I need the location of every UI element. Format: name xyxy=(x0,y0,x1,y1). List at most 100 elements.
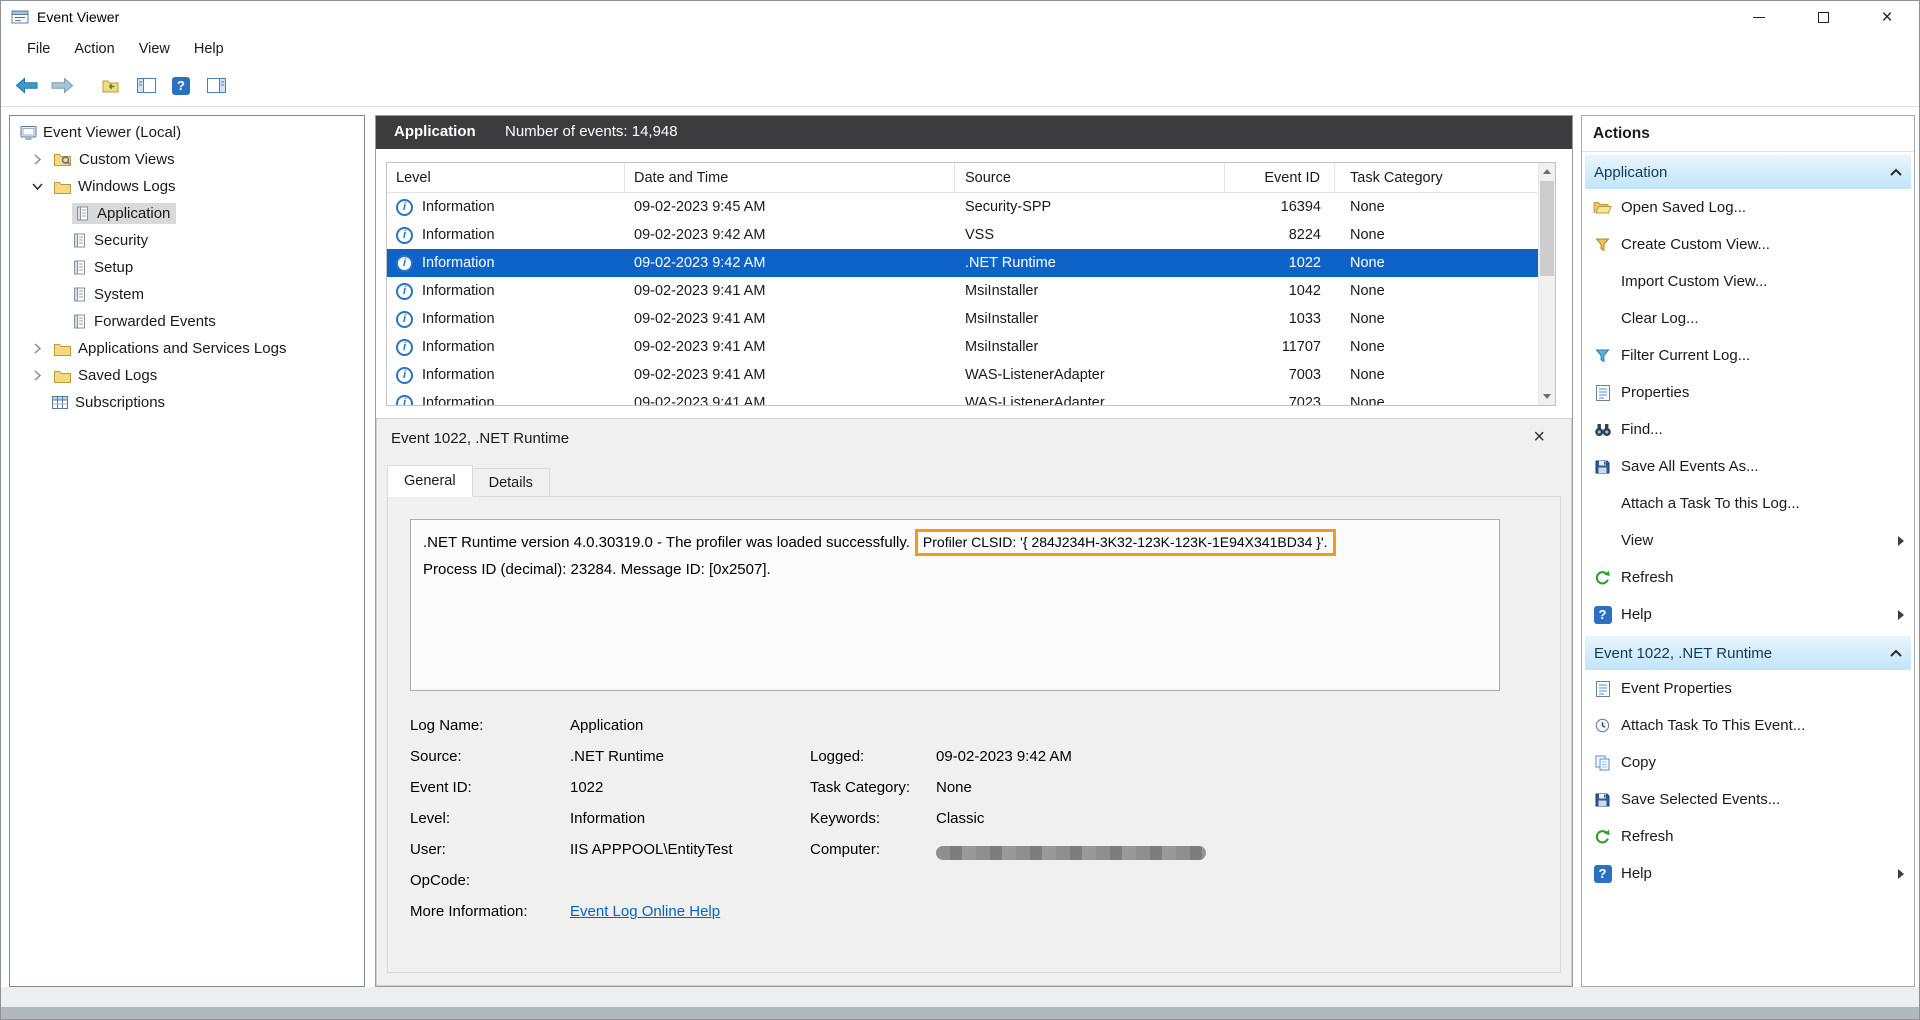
column-header-event-id[interactable]: Event ID xyxy=(1225,163,1335,193)
action-copy[interactable]: Copy xyxy=(1582,744,1914,781)
event-source-cell: MsiInstaller xyxy=(955,311,1225,327)
event-log-online-help-link[interactable]: Event Log Online Help xyxy=(570,903,720,920)
event-row-selected[interactable]: iInformation 09-02-2023 9:42 AM .NET Run… xyxy=(387,249,1540,277)
task-category-value: None xyxy=(936,773,1206,798)
vertical-scrollbar[interactable] xyxy=(1538,163,1555,405)
tree-item-system[interactable]: System xyxy=(10,281,364,308)
event-row[interactable]: iInformation 09-02-2023 9:41 AM MsiInsta… xyxy=(387,333,1540,361)
action-open-saved-log[interactable]: Open Saved Log... xyxy=(1582,189,1914,226)
column-header-task-category[interactable]: Task Category xyxy=(1335,163,1540,193)
menu-action[interactable]: Action xyxy=(62,37,126,61)
event-row[interactable]: iInformation 09-02-2023 9:41 AM MsiInsta… xyxy=(387,305,1540,333)
chevron-down-icon[interactable] xyxy=(30,179,46,194)
scroll-up-button[interactable] xyxy=(1539,163,1555,180)
action-refresh[interactable]: Refresh xyxy=(1582,559,1914,596)
column-header-source[interactable]: Source xyxy=(955,163,1225,193)
tree-item-label: Application xyxy=(97,205,170,222)
minimize-button[interactable] xyxy=(1727,1,1791,33)
action-import-custom-view[interactable]: Import Custom View... xyxy=(1582,263,1914,300)
user-value: IIS APPPOOL\EntityTest xyxy=(570,835,810,860)
tree-item-label: Subscriptions xyxy=(75,394,165,411)
actions-section-application[interactable]: Application xyxy=(1585,155,1911,189)
tab-details[interactable]: Details xyxy=(473,468,550,497)
menu-view[interactable]: View xyxy=(127,37,182,61)
back-button[interactable] xyxy=(11,70,43,102)
action-clear-log[interactable]: Clear Log... xyxy=(1582,300,1914,337)
tree-item-setup[interactable]: Setup xyxy=(10,254,364,281)
event-level-cell: iInformation xyxy=(387,283,625,300)
event-viewer-window: Event Viewer × File Action View Help ? xyxy=(0,0,1920,1020)
action-save-selected-events[interactable]: Save Selected Events... xyxy=(1582,781,1914,818)
action-refresh-event[interactable]: Refresh xyxy=(1582,818,1914,855)
actions-pane-title: Actions xyxy=(1582,116,1914,152)
action-create-custom-view[interactable]: Create Custom View... xyxy=(1582,226,1914,263)
action-label: Copy xyxy=(1621,754,1656,771)
collapse-section-icon[interactable] xyxy=(1889,167,1903,177)
tree-item-event-viewer-local[interactable]: Event Viewer (Local) xyxy=(10,119,364,146)
scroll-up-icon xyxy=(1543,169,1551,174)
action-event-properties[interactable]: Event Properties xyxy=(1582,670,1914,707)
action-properties[interactable]: Properties xyxy=(1582,374,1914,411)
action-attach-task-to-log[interactable]: Attach a Task To this Log... xyxy=(1582,485,1914,522)
tab-general[interactable]: General xyxy=(387,465,473,497)
action-help-submenu[interactable]: ? Help xyxy=(1582,596,1914,633)
export-log-icon xyxy=(102,78,120,93)
menu-file[interactable]: File xyxy=(15,37,62,61)
event-row-partial[interactable]: iInformation 09-02-2023 9:41 AM WAS-List… xyxy=(387,389,1540,405)
scrollbar-thumb[interactable] xyxy=(1540,181,1554,276)
column-header-date-time[interactable]: Date and Time xyxy=(625,163,955,193)
action-find[interactable]: Find... xyxy=(1582,411,1914,448)
close-button[interactable]: × xyxy=(1855,1,1919,33)
tree-item-saved-logs[interactable]: Saved Logs xyxy=(10,362,364,389)
forward-button[interactable] xyxy=(46,70,78,102)
chevron-right-icon[interactable] xyxy=(30,152,46,167)
chevron-right-icon[interactable] xyxy=(30,341,46,356)
tree-item-windows-logs[interactable]: Windows Logs xyxy=(10,173,364,200)
scroll-down-button[interactable] xyxy=(1539,388,1555,405)
event-row[interactable]: iInformation 09-02-2023 9:45 AM Security… xyxy=(387,193,1540,221)
action-save-all-events-as[interactable]: Save All Events As... xyxy=(1582,448,1914,485)
actions-section-event[interactable]: Event 1022, .NET Runtime xyxy=(1585,636,1911,670)
tree-item-subscriptions[interactable]: Subscriptions xyxy=(10,389,364,416)
help-toolbar-button[interactable]: ? xyxy=(165,70,197,102)
tree-item-label: Custom Views xyxy=(79,151,175,168)
event-list-header-row: Level Date and Time Source Event ID Task… xyxy=(387,163,1540,193)
help-icon: ? xyxy=(1593,864,1612,883)
show-action-pane-button[interactable] xyxy=(200,70,232,102)
tree-item-forwarded-events[interactable]: Forwarded Events xyxy=(10,308,364,335)
maximize-button[interactable] xyxy=(1791,1,1855,33)
tree-item-application[interactable]: Application xyxy=(10,200,364,227)
action-attach-task-to-event[interactable]: Attach Task To This Event... xyxy=(1582,707,1914,744)
menu-bar: File Action View Help xyxy=(1,33,1919,65)
event-task-cell: None xyxy=(1335,395,1540,405)
event-row[interactable]: iInformation 09-02-2023 9:41 AM MsiInsta… xyxy=(387,277,1540,305)
custom-views-folder-icon xyxy=(54,152,72,167)
menu-help[interactable]: Help xyxy=(182,37,236,61)
tree-item-security[interactable]: Security xyxy=(10,227,364,254)
tree-item-custom-views[interactable]: Custom Views xyxy=(10,146,364,173)
event-description[interactable]: .NET Runtime version 4.0.30319.0 - The p… xyxy=(410,519,1500,691)
computer-name-redacted xyxy=(936,846,1206,860)
action-view-submenu[interactable]: View xyxy=(1582,522,1914,559)
event-log-icon xyxy=(72,260,87,275)
event-level-cell: iInformation xyxy=(387,227,625,244)
column-header-level[interactable]: Level xyxy=(387,163,625,193)
action-filter-current-log[interactable]: Filter Current Log... xyxy=(1582,337,1914,374)
collapse-section-icon[interactable] xyxy=(1889,648,1903,658)
submenu-arrow-icon xyxy=(1898,536,1904,546)
chevron-right-icon[interactable] xyxy=(30,368,46,383)
event-row[interactable]: iInformation 09-02-2023 9:41 AM WAS-List… xyxy=(387,361,1540,389)
event-id-cell: 16394 xyxy=(1225,199,1335,215)
action-help-event-submenu[interactable]: ? Help xyxy=(1582,855,1914,892)
tree-item-applications-and-services-logs[interactable]: Applications and Services Logs xyxy=(10,335,364,362)
level-label: Level: xyxy=(410,804,570,829)
keywords-value: Classic xyxy=(936,804,1206,829)
export-log-button[interactable] xyxy=(95,70,127,102)
refresh-icon xyxy=(1593,827,1612,846)
event-row[interactable]: iInformation 09-02-2023 9:42 AM VSS 8224… xyxy=(387,221,1540,249)
show-console-tree-button[interactable] xyxy=(130,70,162,102)
event-count: Number of events: 14,948 xyxy=(505,123,678,140)
log-title-bar: Application Number of events: 14,948 xyxy=(376,116,1572,149)
close-preview-icon[interactable]: × xyxy=(1533,427,1545,447)
event-id-cell: 7003 xyxy=(1225,367,1335,383)
